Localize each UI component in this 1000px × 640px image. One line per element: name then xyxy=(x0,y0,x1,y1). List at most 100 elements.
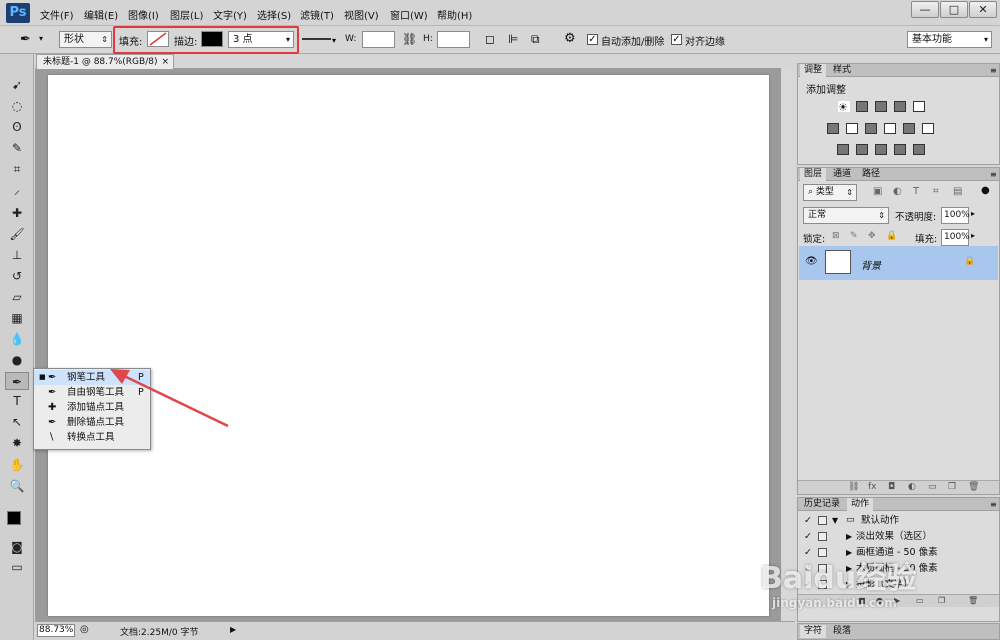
menu-filter[interactable]: 滤镜(T) xyxy=(300,7,334,22)
screen-mode-icon[interactable]: ▭ xyxy=(8,558,26,576)
stamp-tool-icon[interactable]: ⊥ xyxy=(8,246,26,264)
tab-paragraph[interactable]: 段落 xyxy=(829,625,855,638)
path-alignment-icon[interactable]: ⊫ xyxy=(508,32,518,46)
menu-type[interactable]: 文字(Y) xyxy=(213,7,247,22)
menu-layer[interactable]: 图层(L) xyxy=(170,7,203,22)
path-operations-icon[interactable]: ◻ xyxy=(485,32,495,46)
chevron-down-icon[interactable]: ▾ xyxy=(39,34,43,43)
tab-history[interactable]: 历史记录 xyxy=(800,498,844,511)
channel-mixer-icon[interactable] xyxy=(903,123,915,134)
filter-type-icon[interactable]: T xyxy=(913,186,919,197)
tool-mode-select[interactable]: 形状 ⇕ xyxy=(59,31,112,48)
blend-mode-select[interactable]: 正常 ⇕ xyxy=(803,207,889,224)
minimize-button[interactable]: — xyxy=(911,1,939,18)
menu-edit[interactable]: 编辑(E) xyxy=(84,7,118,22)
invert-icon[interactable] xyxy=(837,144,849,155)
pen-tool-preset-icon[interactable]: ✒ xyxy=(20,32,31,47)
chevron-right-icon[interactable]: ▸ xyxy=(971,231,975,240)
new-set-icon[interactable]: ▭ xyxy=(916,596,924,605)
delete-layer-icon[interactable]: 🗑 xyxy=(968,482,979,492)
black-white-icon[interactable] xyxy=(865,123,877,134)
tab-layers[interactable]: 图层 xyxy=(800,168,827,181)
zoom-value[interactable]: 88.73% xyxy=(37,624,75,637)
history-brush-tool-icon[interactable]: ↺ xyxy=(8,267,26,285)
expand-arrow-icon[interactable]: ▼ xyxy=(832,513,838,528)
brush-tool-icon[interactable]: 🖌 xyxy=(8,225,26,243)
shape-tool-icon[interactable]: ✸ xyxy=(8,434,26,452)
filter-smart-object-icon[interactable]: ▤ xyxy=(953,186,962,197)
maximize-button[interactable]: □ xyxy=(940,1,968,18)
menu-window[interactable]: 窗口(W) xyxy=(390,7,428,22)
close-window-button[interactable]: ✕ xyxy=(969,1,997,18)
expand-arrow-icon[interactable]: ▶ xyxy=(846,529,852,544)
layer-filter-select[interactable]: ⌕ 类型 ⇕ xyxy=(803,184,857,201)
status-info-icon[interactable]: ◎ xyxy=(80,624,89,635)
tab-actions[interactable]: 动作 xyxy=(847,498,874,511)
filter-toggle-icon[interactable]: ● xyxy=(981,185,990,196)
blur-tool-icon[interactable]: 💧 xyxy=(8,330,26,348)
document-tab[interactable]: 未标题-1 @ 88.7%(RGB/8) × xyxy=(36,54,174,69)
panel-menu-icon[interactable]: ≡ xyxy=(986,64,1000,77)
curves-icon[interactable] xyxy=(875,101,887,112)
tab-styles[interactable]: 样式 xyxy=(829,64,855,77)
dialog-toggle-box[interactable] xyxy=(818,532,827,541)
tab-paths[interactable]: 路径 xyxy=(858,168,884,181)
gradient-tool-icon[interactable]: ▦ xyxy=(8,309,26,327)
layer-name[interactable]: 背景 xyxy=(861,257,881,272)
move-tool-icon[interactable]: ➹ xyxy=(8,76,26,94)
new-adjustment-icon[interactable]: ◐ xyxy=(908,482,916,492)
auto-add-delete-checkbox[interactable]: ✓ xyxy=(587,34,598,45)
menu-image[interactable]: 图像(I) xyxy=(128,7,159,22)
delete-action-icon[interactable]: 🗑 xyxy=(968,596,978,605)
width-input[interactable] xyxy=(362,31,395,48)
action-row[interactable]: ✓ ▼ ▭ 默认动作 xyxy=(798,513,999,528)
filter-pixel-icon[interactable]: ▣ xyxy=(873,186,882,197)
quick-select-tool-icon[interactable]: ✎ xyxy=(8,139,26,157)
action-row[interactable]: ✓ ▶ 淡出效果（选区） xyxy=(798,529,999,544)
menu-help[interactable]: 帮助(H) xyxy=(437,7,472,22)
canvas[interactable] xyxy=(48,75,769,616)
align-edges-checkbox[interactable]: ✓ xyxy=(671,34,682,45)
layer-mask-icon[interactable]: ◘ xyxy=(888,482,895,492)
eyedropper-tool-icon[interactable]: ⸝ xyxy=(8,181,26,199)
color-balance-icon[interactable] xyxy=(846,123,858,134)
exposure-icon[interactable] xyxy=(894,101,906,112)
crop-tool-icon[interactable]: ⌗ xyxy=(8,160,26,178)
tab-character[interactable]: 字符 xyxy=(800,625,827,638)
threshold-icon[interactable] xyxy=(875,144,887,155)
fill-opacity-input[interactable]: 100% xyxy=(941,229,970,246)
gradient-map-icon[interactable] xyxy=(894,144,906,155)
layer-row-background[interactable]: 👁 背景 🔒 xyxy=(799,246,998,280)
vertical-scrollbar[interactable] xyxy=(781,68,795,621)
healing-brush-tool-icon[interactable]: ✚ xyxy=(8,204,26,222)
levels-icon[interactable] xyxy=(856,101,868,112)
selective-color-icon[interactable] xyxy=(913,144,925,155)
new-action-icon[interactable]: ❐ xyxy=(938,596,945,605)
menu-select[interactable]: 选择(S) xyxy=(257,7,291,22)
action-check-icon[interactable]: ✓ xyxy=(804,529,812,544)
link-icon[interactable]: ⛓ xyxy=(402,32,417,46)
lock-all-icon[interactable]: 🔒 xyxy=(886,231,897,241)
posterize-icon[interactable] xyxy=(856,144,868,155)
chevron-right-icon[interactable]: ▸ xyxy=(971,209,975,218)
link-layers-icon[interactable]: ⛓ xyxy=(848,482,859,492)
visibility-eye-icon[interactable]: 👁 xyxy=(805,256,818,267)
panel-menu-icon[interactable]: ≡ xyxy=(986,498,1000,511)
foreground-color-swatch[interactable] xyxy=(7,511,21,525)
lasso-tool-icon[interactable]: ʘ xyxy=(8,118,26,136)
zoom-tool-icon[interactable]: 🔍 xyxy=(8,477,26,495)
close-tab-icon[interactable]: × xyxy=(161,55,169,69)
tab-channels[interactable]: 通道 xyxy=(829,168,855,181)
photo-filter-icon[interactable] xyxy=(884,123,896,134)
dodge-tool-icon[interactable]: ● xyxy=(8,351,26,369)
tab-adjustments[interactable]: 调整 xyxy=(800,64,827,77)
vibrance-icon[interactable] xyxy=(913,101,925,112)
stroke-type-select[interactable]: ▾ xyxy=(301,32,339,47)
workspace-select[interactable]: 基本功能 ▾ xyxy=(907,31,992,48)
new-group-icon[interactable]: ▭ xyxy=(928,482,937,492)
type-tool-icon[interactable]: T xyxy=(8,392,26,410)
eraser-tool-icon[interactable]: ▱ xyxy=(8,288,26,306)
gear-icon[interactable]: ⚙ xyxy=(564,31,576,46)
panel-menu-icon[interactable]: ≡ xyxy=(986,168,1000,181)
filter-shape-icon[interactable]: ⌗ xyxy=(933,186,939,197)
